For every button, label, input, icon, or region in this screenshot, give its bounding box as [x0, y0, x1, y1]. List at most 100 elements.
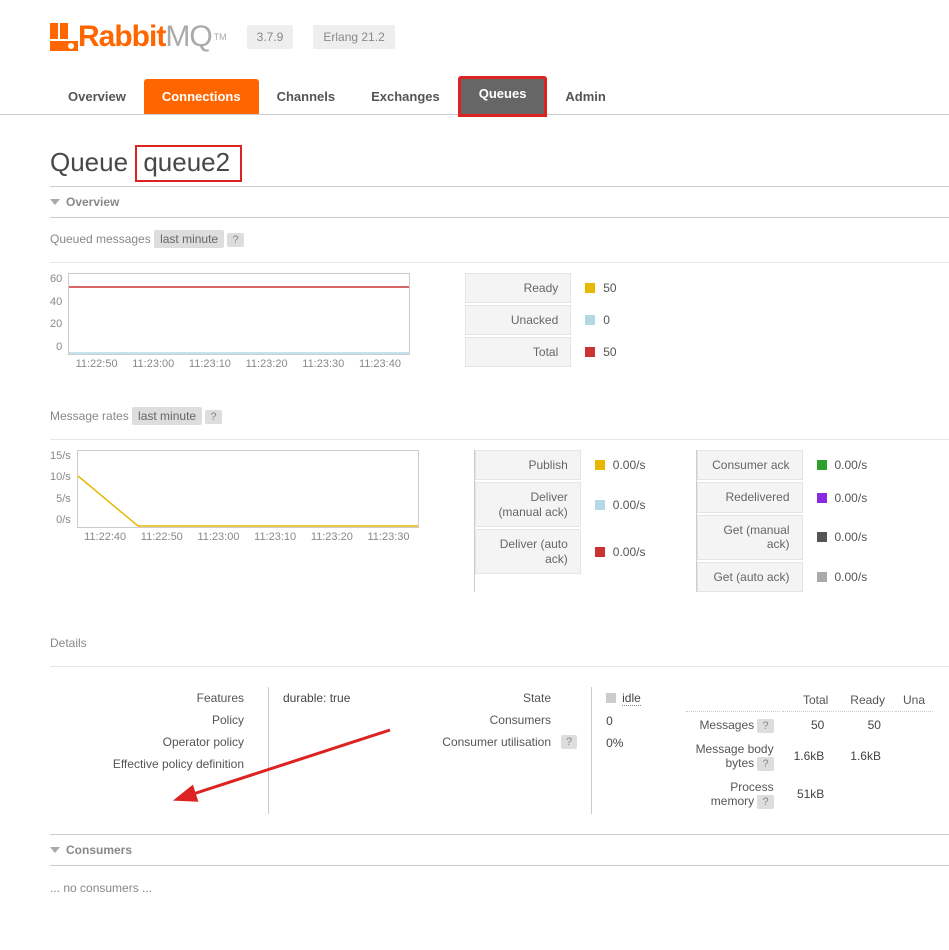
- y-tick: 15/s: [50, 450, 71, 462]
- queued-range-select[interactable]: last minute: [154, 230, 224, 248]
- tab-channels[interactable]: Channels: [259, 79, 354, 114]
- legend-label[interactable]: Consumer ack: [697, 450, 803, 480]
- help-icon[interactable]: ?: [757, 795, 773, 809]
- section-consumers[interactable]: Consumers: [50, 834, 949, 866]
- legend-swatch: [585, 315, 595, 325]
- x-tick: 11:23:00: [125, 358, 182, 370]
- body-unacked: [895, 738, 933, 774]
- y-tick: 0: [50, 341, 62, 353]
- legend-label[interactable]: Total: [465, 337, 571, 367]
- consumer-utilisation-label: Consumer utilisation: [411, 735, 561, 749]
- tab-queues[interactable]: Queues: [458, 76, 548, 117]
- x-tick: 11:23:20: [303, 531, 360, 543]
- queued-plot: [69, 274, 409, 354]
- legend-value: 0.00/s: [835, 530, 868, 544]
- stats-col-unacked: Una: [895, 689, 933, 712]
- help-icon[interactable]: ?: [227, 233, 243, 247]
- legend-value: 0.00/s: [835, 458, 868, 472]
- logo[interactable]: RabbitMQ TM: [50, 20, 227, 54]
- rates-legend-left: Publish 0.00/s Deliver (manual ack)0.00/sD…: [474, 450, 646, 592]
- body-ready: 1.6kB: [838, 738, 893, 774]
- rates-range-select[interactable]: last minute: [132, 407, 202, 425]
- help-icon[interactable]: ?: [757, 719, 773, 733]
- erlang-badge: Erlang 21.2: [313, 25, 394, 49]
- stats-col-total: Total: [782, 689, 837, 712]
- section-overview[interactable]: Overview: [50, 186, 949, 218]
- messages-ready: 50: [838, 714, 893, 736]
- legend-label[interactable]: Get (manual ack): [697, 515, 803, 560]
- rates-chart: 15/s 10/s 5/s 0/s 11:22:40 11:22:50 11:2…: [50, 450, 419, 543]
- messages-unacked: [895, 714, 933, 736]
- main-tabs: Overview Connections Channels Exchanges …: [0, 79, 949, 115]
- logo-trademark: TM: [214, 32, 227, 42]
- legend-label[interactable]: Publish: [475, 450, 581, 480]
- y-tick: 60: [50, 273, 62, 285]
- help-icon[interactable]: ?: [205, 410, 221, 424]
- legend-label[interactable]: Deliver (manual ack): [475, 482, 581, 527]
- legend-value: 0.00/s: [835, 570, 868, 584]
- legend-value: 0.00/s: [613, 458, 646, 472]
- legend-swatch: [817, 572, 827, 582]
- y-tick: 5/s: [50, 493, 71, 505]
- message-rates-heading: Message rates last minute ?: [50, 395, 949, 431]
- legend-row: Deliver (manual ack)0.00/s: [475, 482, 646, 527]
- no-consumers-text: ... no consumers ...: [50, 866, 949, 910]
- queue-name-highlight: queue2: [135, 145, 242, 182]
- tab-admin[interactable]: Admin: [547, 79, 623, 114]
- section-consumers-label: Consumers: [66, 843, 132, 857]
- legend-row: Redelivered 0.00/s: [697, 482, 868, 512]
- y-tick: 40: [50, 296, 62, 308]
- help-icon[interactable]: ?: [561, 735, 577, 749]
- section-overview-label: Overview: [66, 195, 119, 209]
- queued-chart: 60 40 20 0 11:22:50 11:23:00 11:23:10 11…: [50, 273, 410, 370]
- features-label: Features: [64, 691, 254, 705]
- consumers-label: Consumers: [411, 713, 561, 727]
- x-tick: 11:23:40: [352, 358, 409, 370]
- legend-row: Consumer ack 0.00/s: [697, 450, 868, 480]
- stats-col-ready: Ready: [838, 689, 893, 712]
- legend-label[interactable]: Get (auto ack): [697, 562, 803, 592]
- tab-overview[interactable]: Overview: [50, 79, 144, 114]
- logo-text: RabbitMQ: [78, 20, 212, 54]
- legend-value: 50: [603, 281, 616, 295]
- consumers-value: 0: [606, 714, 613, 728]
- legend-label[interactable]: Deliver (auto ack): [475, 529, 581, 574]
- rabbit-icon: [50, 23, 78, 51]
- x-tick: 11:23:30: [360, 531, 417, 543]
- legend-swatch: [817, 460, 827, 470]
- legend-row: Deliver (auto ack)0.00/s: [475, 529, 646, 574]
- x-tick: 11:23:30: [295, 358, 352, 370]
- legend-row: Publish 0.00/s: [475, 450, 646, 480]
- legend-label[interactable]: Redelivered: [697, 482, 803, 512]
- x-tick: 11:23:10: [182, 358, 239, 370]
- x-tick: 11:23:00: [190, 531, 247, 543]
- chevron-down-icon: [50, 199, 60, 205]
- mem-ready: [838, 776, 893, 812]
- x-tick: 11:23:20: [238, 358, 295, 370]
- mem-total: 51kB: [782, 776, 837, 812]
- tab-connections[interactable]: Connections: [144, 79, 259, 114]
- mem-unacked: [895, 776, 933, 812]
- body-total: 1.6kB: [782, 738, 837, 774]
- details-right: Total Ready Una Messages ? 50 50 Message…: [670, 687, 949, 814]
- state-value: idle: [622, 691, 641, 706]
- messages-label: Messages: [699, 718, 754, 732]
- help-icon[interactable]: ?: [757, 757, 773, 771]
- legend-swatch: [595, 460, 605, 470]
- tab-exchanges[interactable]: Exchanges: [353, 79, 458, 114]
- x-tick: 11:22:50: [68, 358, 125, 370]
- y-tick: 10/s: [50, 471, 71, 483]
- x-tick: 11:22:40: [77, 531, 134, 543]
- details-mid-values: idle 0 0%: [592, 687, 670, 814]
- version-badge: 3.7.9: [247, 25, 294, 49]
- legend-label[interactable]: Unacked: [465, 305, 571, 335]
- rates-legend-right: Consumer ack 0.00/s Redelivered 0.00/s Get (…: [696, 450, 868, 592]
- legend-row: Total50: [465, 337, 616, 367]
- legend-label[interactable]: Ready: [465, 273, 571, 303]
- state-label: State: [411, 691, 561, 705]
- legend-value: 0: [603, 313, 610, 327]
- chevron-down-icon: [50, 847, 60, 853]
- legend-value: 0.00/s: [835, 491, 868, 505]
- details-mid: State Consumers Consumer utilisation ?: [397, 687, 591, 814]
- y-tick: 20: [50, 318, 62, 330]
